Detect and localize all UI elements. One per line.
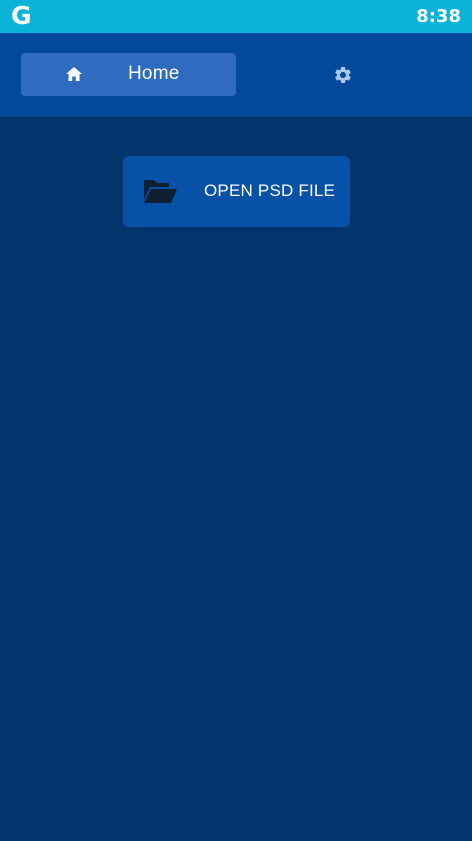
app-screen: G 8:38 Home OPEN PSD FILE <box>0 0 472 841</box>
open-psd-file-label: OPEN PSD FILE <box>204 181 336 200</box>
home-icon <box>66 67 82 81</box>
top-navigation: Home <box>0 33 472 117</box>
tab-settings[interactable] <box>320 61 366 89</box>
gear-icon <box>335 67 351 83</box>
open-psd-file-button[interactable]: OPEN PSD FILE <box>123 156 350 227</box>
folder-open-icon <box>144 180 177 203</box>
main-content: OPEN PSD FILE <box>0 117 472 841</box>
tab-home-label: Home <box>128 63 180 84</box>
status-bar: G 8:38 <box>0 0 472 33</box>
app-logo-icon: G <box>11 1 32 30</box>
tab-home[interactable]: Home <box>21 53 236 96</box>
status-time: 8:38 <box>416 6 461 27</box>
